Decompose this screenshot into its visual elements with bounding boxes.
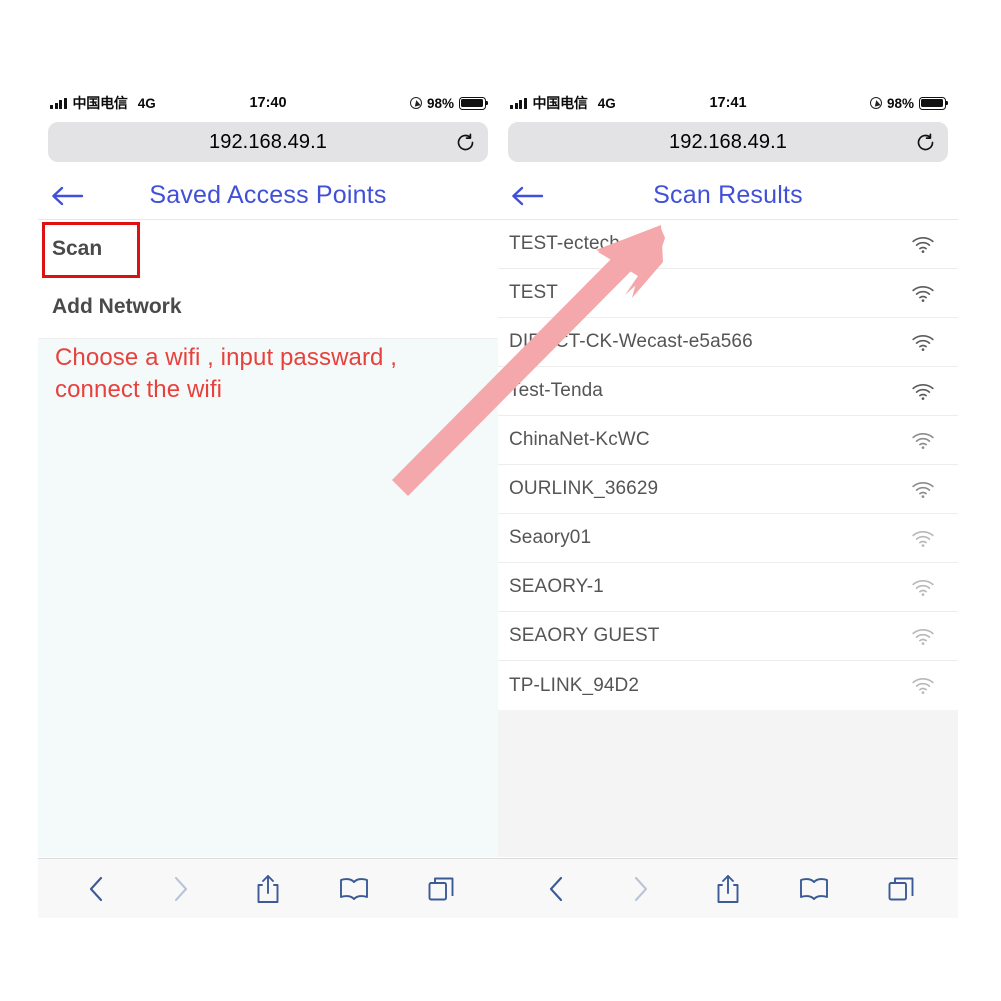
battery-icon — [919, 96, 949, 110]
chevron-right-icon — [621, 869, 663, 909]
wifi-network-list: TEST-ectech TEST DIRECT-CK-Wecast-e5a566 Te… — [498, 220, 958, 710]
wifi-network-row[interactable]: TEST — [498, 269, 958, 318]
wifi-network-row[interactable]: TP-LINK_94D2 — [498, 661, 958, 710]
status-bar-right-group: 98% — [869, 95, 949, 111]
phone-screen-left: 中国电信 4G 17:40 98% 192.168.49.1 Saved Acc… — [38, 88, 498, 918]
menu-item-add-network-label: Add Network — [52, 295, 182, 318]
wifi-network-row[interactable]: ChinaNet-KcWC — [498, 416, 958, 465]
wifi-signal-icon — [910, 381, 936, 401]
arrow-left-icon-left-panel[interactable] — [50, 183, 84, 209]
wifi-signal-icon — [910, 283, 936, 303]
cellular-signal-icon — [50, 97, 67, 109]
carrier-label: 中国电信 — [532, 95, 588, 111]
arrow-left-icon-right-panel[interactable] — [510, 183, 544, 209]
annotation-text: Choose a wifi , input passward , connect… — [55, 344, 398, 403]
left-panel-body: Scan Add Network Choose a wifi , input p… — [38, 220, 498, 857]
wifi-signal-icon — [910, 479, 936, 499]
wifi-network-name: DIRECT-CK-Wecast-e5a566 — [509, 331, 753, 352]
wifi-network-row[interactable]: TEST-ectech — [498, 220, 958, 269]
location-services-icon — [869, 97, 882, 109]
url-bar-container-right: 192.168.49.1 — [498, 118, 958, 172]
browser-toolbar-right — [498, 858, 958, 918]
url-bar-container-left: 192.168.49.1 — [38, 118, 498, 172]
wifi-signal-icon — [910, 234, 936, 254]
chevron-right-icon — [161, 869, 203, 909]
page-title-right: Scan Results — [653, 181, 803, 209]
wifi-network-row[interactable]: SEAORY-1 — [498, 563, 958, 612]
page-header-right: Scan Results — [498, 172, 958, 220]
browser-toolbar-left — [38, 858, 498, 918]
wifi-network-name: TEST — [509, 282, 558, 303]
wifi-network-name: OURLINK_36629 — [509, 478, 659, 499]
wifi-signal-icon — [910, 430, 936, 450]
share-icon[interactable] — [247, 869, 289, 909]
wifi-signal-icon — [910, 332, 936, 352]
wifi-network-row[interactable]: SEAORY GUEST — [498, 612, 958, 661]
status-bar-left-group: 中国电信 4G — [510, 93, 616, 113]
wifi-signal-icon — [910, 577, 936, 597]
reload-icon[interactable] — [454, 131, 476, 153]
wifi-network-row[interactable]: Seaory01 — [498, 514, 958, 563]
status-bar-right: 中国电信 4G 17:41 98% — [498, 88, 958, 118]
battery-percent-label: 98% — [886, 95, 914, 111]
url-text: 192.168.49.1 — [669, 130, 787, 153]
status-bar-right-group: 98% — [409, 95, 489, 111]
wifi-network-name: ChinaNet-KcWC — [509, 429, 650, 450]
page-header-left: Saved Access Points — [38, 172, 498, 220]
menu-item-scan[interactable]: Scan — [38, 220, 498, 278]
wifi-signal-icon — [910, 528, 936, 548]
book-icon[interactable] — [333, 869, 375, 909]
tabs-icon[interactable] — [420, 869, 462, 909]
tabs-icon[interactable] — [880, 869, 922, 909]
book-icon[interactable] — [793, 869, 835, 909]
network-type-label: 4G — [137, 95, 156, 111]
wifi-network-name: SEAORY GUEST — [509, 625, 660, 646]
network-type-label: 4G — [597, 95, 616, 111]
status-bar-left-group: 中国电信 4G — [50, 93, 156, 113]
chevron-left-icon[interactable] — [534, 869, 576, 909]
wifi-network-row[interactable]: DIRECT-CK-Wecast-e5a566 — [498, 318, 958, 367]
phone-screen-right: 中国电信 4G 17:41 98% 192.168.49.1 Scan Resu… — [498, 88, 958, 918]
scan-results-body: TEST-ectech TEST DIRECT-CK-Wecast-e5a566 Te… — [498, 220, 958, 857]
wifi-signal-icon — [910, 626, 936, 646]
address-bar-left[interactable]: 192.168.49.1 — [48, 122, 488, 162]
wifi-network-row[interactable]: OURLINK_36629 — [498, 465, 958, 514]
chevron-left-icon[interactable] — [74, 869, 116, 909]
wifi-network-name: Test-Tenda — [509, 380, 603, 401]
wifi-network-name: TP-LINK_94D2 — [509, 674, 640, 696]
wifi-network-row[interactable]: Test-Tenda — [498, 367, 958, 416]
page-title-left: Saved Access Points — [149, 181, 387, 209]
wifi-network-name: TEST-ectech — [509, 233, 620, 254]
cellular-signal-icon — [510, 97, 527, 109]
wifi-signal-icon — [910, 676, 936, 696]
battery-icon — [459, 96, 489, 110]
wifi-network-name: SEAORY-1 — [509, 576, 604, 597]
menu-item-add-network[interactable]: Add Network — [38, 278, 498, 336]
carrier-label: 中国电信 — [72, 95, 128, 111]
address-bar-right[interactable]: 192.168.49.1 — [508, 122, 948, 162]
share-icon[interactable] — [707, 869, 749, 909]
battery-percent-label: 98% — [426, 95, 454, 111]
left-panel-empty-area — [38, 338, 498, 857]
status-bar-left: 中国电信 4G 17:40 98% — [38, 88, 498, 118]
url-text: 192.168.49.1 — [209, 130, 327, 153]
wifi-network-name: Seaory01 — [509, 527, 592, 548]
menu-item-scan-label: Scan — [52, 237, 103, 260]
reload-icon[interactable] — [914, 131, 936, 153]
location-services-icon — [409, 97, 422, 109]
screenshot-canvas: 中国电信 4G 17:40 98% 192.168.49.1 Saved Acc… — [0, 0, 1001, 1001]
